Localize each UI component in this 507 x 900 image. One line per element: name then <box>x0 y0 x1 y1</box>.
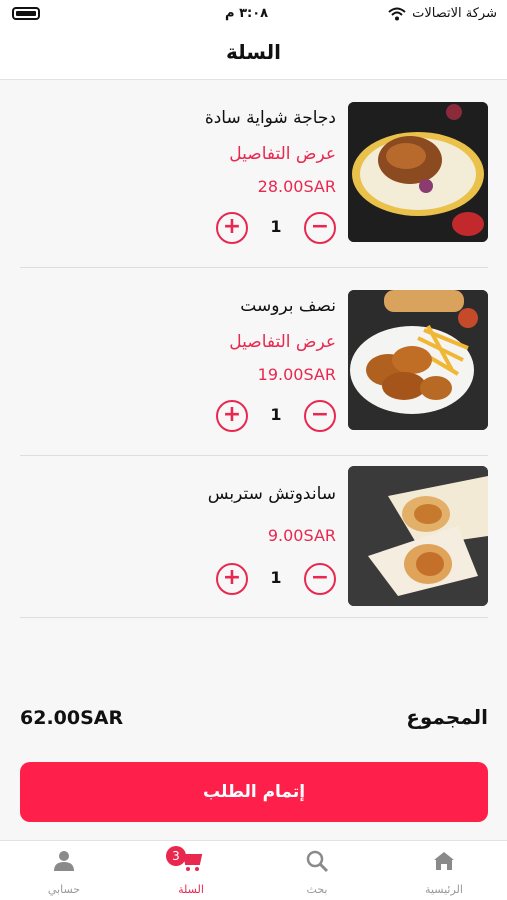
decrease-button[interactable]: − <box>304 400 336 432</box>
cart-item: دجاجة شواية سادة عرض التفاصيل 28.00SAR −… <box>20 80 488 268</box>
item-name: نصف بروست <box>240 296 336 316</box>
quantity-value: 1 <box>270 217 282 236</box>
tab-home[interactable]: الرئيسية <box>381 841 507 900</box>
page-title: السلة <box>225 40 281 64</box>
status-time: ٣:٠٨ م <box>225 6 269 21</box>
tab-cart[interactable]: 3 السلة <box>128 841 254 900</box>
tab-search[interactable]: بحث <box>254 841 380 900</box>
decrease-button[interactable]: − <box>304 212 336 244</box>
quantity-stepper: − 1 + <box>216 563 336 597</box>
item-name: دجاجة شواية سادة <box>204 108 336 128</box>
quantity-stepper: − 1 + <box>216 400 336 434</box>
checkout-button[interactable]: إتمام الطلب <box>20 762 488 822</box>
wrap-sandwich-image <box>348 466 488 606</box>
view-details-link[interactable]: عرض التفاصيل <box>229 144 336 164</box>
home-icon <box>434 852 454 870</box>
bottom-tab-bar: الرئيسية بحث 3 السلة حسابي <box>0 840 507 900</box>
increase-button[interactable]: + <box>216 563 248 595</box>
item-price: 28.00SAR <box>257 177 336 196</box>
status-bar: ٣:٠٨ م شركة الاتصالات <box>0 0 507 30</box>
search-icon <box>306 850 329 873</box>
status-right: شركة الاتصالات <box>388 6 497 21</box>
tab-label: حسابي <box>47 883 81 896</box>
total-value: 62.00SAR <box>20 707 124 729</box>
total-label: المجموع <box>406 705 488 729</box>
cart-item: ساندوتش ستربس 9.00SAR − 1 + <box>20 456 488 618</box>
cart-item: نصف بروست عرض التفاصيل 19.00SAR − 1 + <box>20 268 488 456</box>
item-price: 9.00SAR <box>267 526 336 545</box>
cart-badge: 3 <box>166 846 186 866</box>
roast-chicken-image <box>348 102 488 242</box>
quantity-value: 1 <box>270 568 282 587</box>
increase-button[interactable]: + <box>216 400 248 432</box>
decrease-button[interactable]: − <box>304 563 336 595</box>
battery-icon <box>12 7 40 20</box>
increase-button[interactable]: + <box>216 212 248 244</box>
tab-label: الرئيسية <box>425 883 463 896</box>
wifi-icon <box>388 7 406 20</box>
item-name: ساندوتش ستربس <box>207 484 336 504</box>
quantity-stepper: − 1 + <box>216 212 336 246</box>
user-icon <box>54 851 74 871</box>
total-row: المجموع 62.00SAR <box>20 705 488 735</box>
page-header: السلة <box>0 30 507 80</box>
fried-chicken-image <box>348 290 488 430</box>
tab-label: بحث <box>306 883 328 896</box>
item-price: 19.00SAR <box>257 365 336 384</box>
carrier-name: شركة الاتصالات <box>412 6 497 21</box>
quantity-value: 1 <box>270 405 282 424</box>
tab-account[interactable]: حسابي <box>1 841 127 900</box>
tab-label: السلة <box>178 883 204 896</box>
view-details-link[interactable]: عرض التفاصيل <box>229 332 336 352</box>
